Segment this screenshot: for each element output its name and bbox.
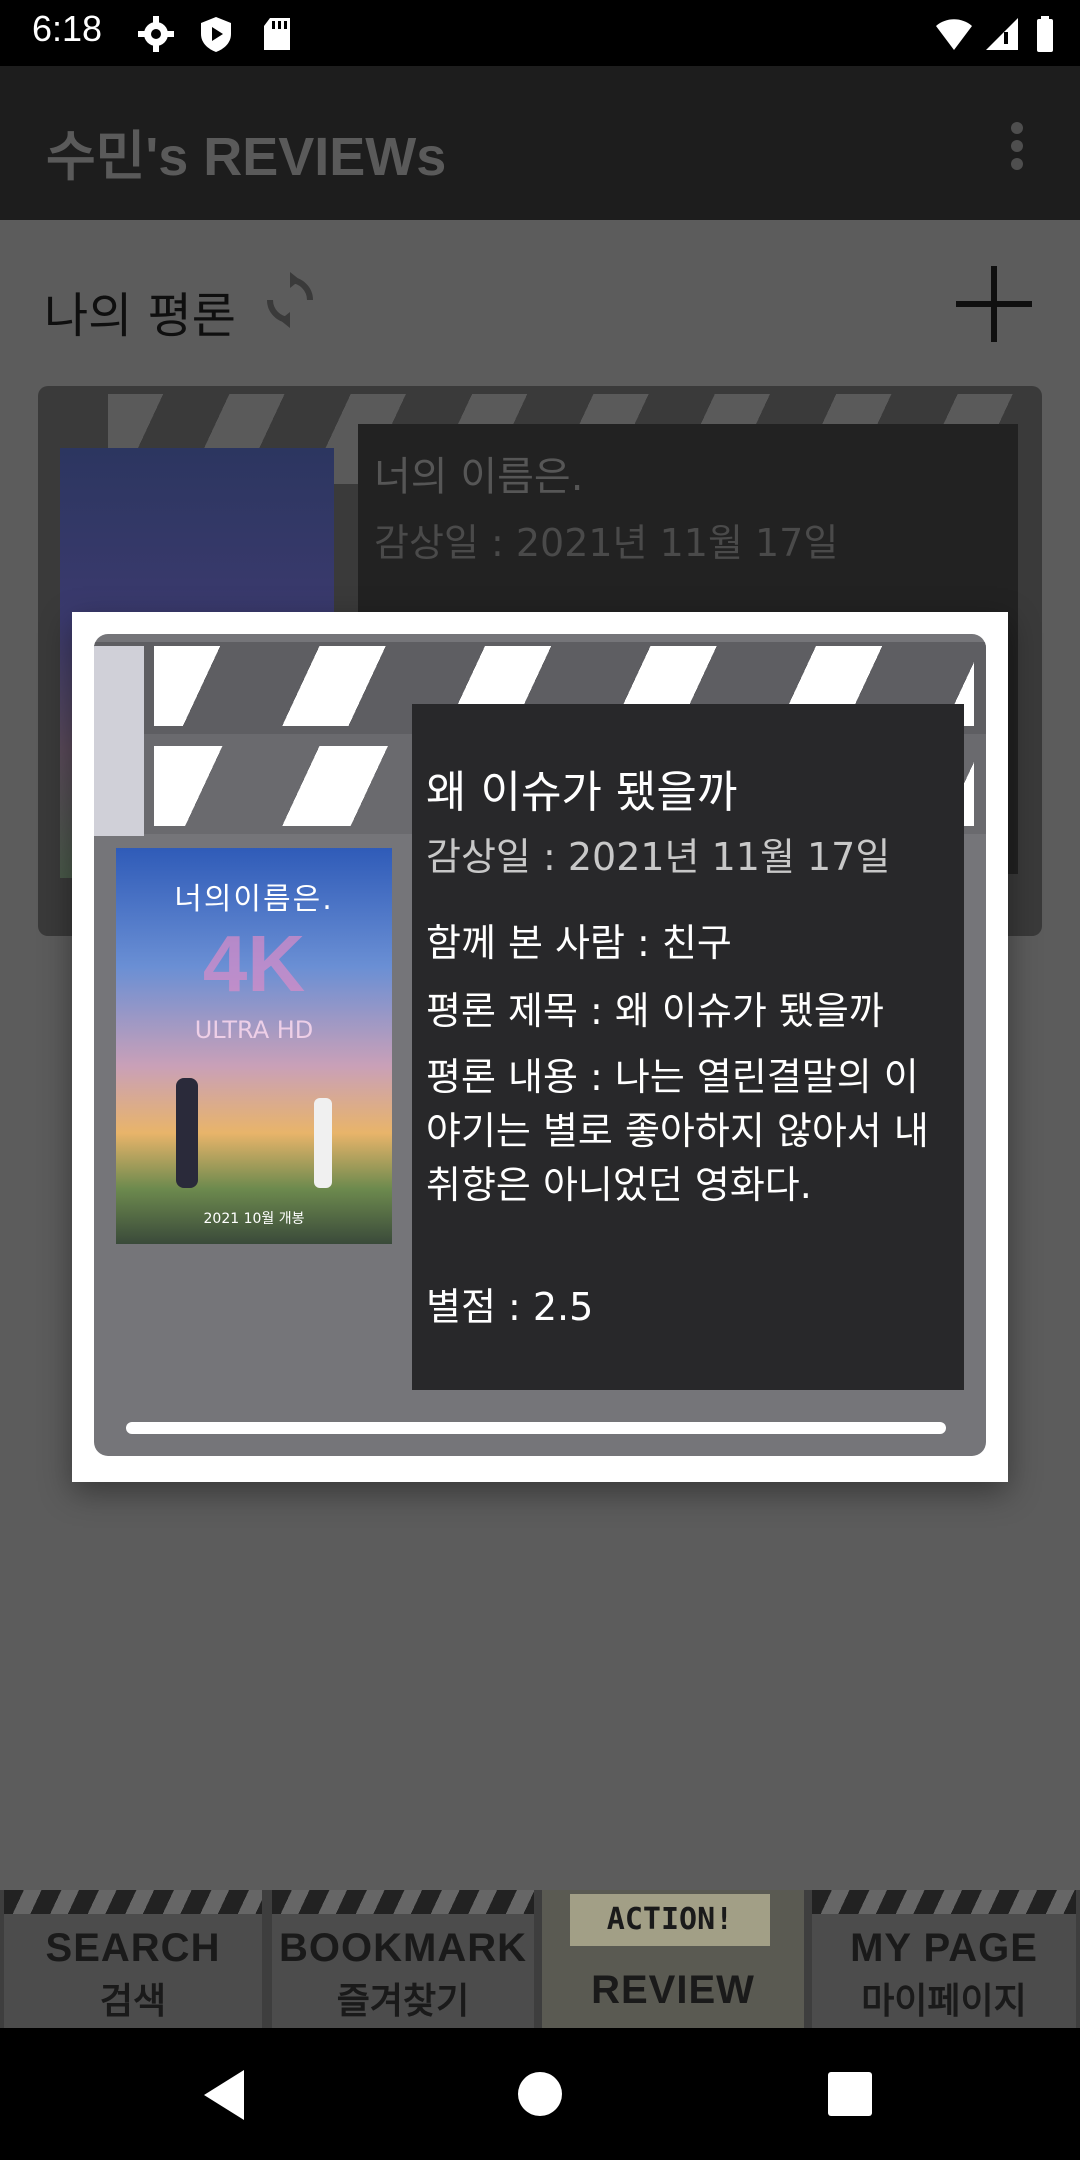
review-content: 평론 내용 : 나는 열린결말의 이야기는 별로 좋아하지 않아서 내 취향은 … <box>426 1055 929 1207</box>
app-bar: 수민's REVIEWs <box>0 66 1080 220</box>
review-info-box: 왜 이슈가 됐을까 감상일 : 2021년 11월 17일 함께 본 사람 : … <box>412 704 964 1390</box>
tab-mypage[interactable]: MY PAGE 마이페이지 <box>812 1890 1076 2028</box>
poster-figure-boy <box>176 1078 198 1188</box>
tab-bookmark-label: BOOKMARK <box>279 1926 527 1970</box>
review-rating: 별점 : 2.5 <box>426 1285 594 1329</box>
settings-gear-icon <box>138 16 174 52</box>
system-nav-bar <box>0 2028 1080 2160</box>
tab-mypage-sublabel: 마이페이지 <box>861 1980 1027 2021</box>
recents-icon[interactable] <box>828 2072 872 2116</box>
clapperboard-hinge <box>94 646 144 836</box>
tab-search[interactable]: SEARCH 검색 <box>4 1890 262 2028</box>
status-time: 6:18 <box>32 8 103 49</box>
bottom-tab-bar: SEARCH 검색 BOOKMARK 즐겨찾기 ACTION! REVIEW M… <box>0 1890 1080 2028</box>
play-shield-icon <box>201 17 231 52</box>
tab-review-label: REVIEW <box>591 1968 755 2012</box>
back-icon[interactable] <box>200 2068 250 2122</box>
review-title-heading: 왜 이슈가 됐을까 <box>426 767 738 818</box>
review-card-title: 너의 이름은. <box>374 454 584 500</box>
app-title: 수민's REVIEWs <box>46 127 447 187</box>
dialog-divider <box>126 1422 946 1434</box>
watch-date: 감상일 : 2021년 11월 17일 <box>426 835 891 879</box>
signal-icon <box>986 18 1018 50</box>
review-detail-dialog: 너의이름은. 4K ULTRA HD 2021 10월 개봉 왜 이슈가 됐을까… <box>72 612 1008 1482</box>
watched-with: 함께 본 사람 : 친구 <box>426 921 732 965</box>
review-card-date: 감상일 : 2021년 11월 17일 <box>374 521 839 565</box>
movie-poster: 너의이름은. 4K ULTRA HD 2021 10월 개봉 <box>116 848 392 1244</box>
tab-bookmark[interactable]: BOOKMARK 즐겨찾기 <box>272 1890 534 2028</box>
tab-bookmark-sublabel: 즐겨찾기 <box>336 1980 470 2021</box>
more-vert-icon[interactable] <box>1002 118 1032 178</box>
tab-search-label: SEARCH <box>45 1926 221 1970</box>
tab-mypage-label: MY PAGE <box>850 1926 1038 1970</box>
sd-card-icon <box>264 18 290 50</box>
poster-title: 너의이름은. <box>174 882 334 917</box>
tab-search-sublabel: 검색 <box>99 1980 167 2021</box>
section-title: 나의 평론 <box>44 288 236 344</box>
dialog-clapperboard: 너의이름은. 4K ULTRA HD 2021 10월 개봉 왜 이슈가 됐을까… <box>94 634 986 1456</box>
poster-figure-girl <box>314 1098 332 1188</box>
refresh-icon[interactable] <box>260 270 320 330</box>
plus-icon[interactable] <box>952 262 1036 346</box>
home-icon[interactable] <box>518 2072 562 2116</box>
poster-4k: 4K <box>202 919 306 1008</box>
review-title: 평론 제목 : 왜 이슈가 됐을까 <box>426 989 884 1033</box>
status-bar: 6:18 <box>0 0 1080 66</box>
poster-subtitle: ULTRA HD <box>194 1016 314 1044</box>
wifi-icon <box>936 19 972 50</box>
poster-release-date: 2021 10월 개봉 <box>203 1211 305 1227</box>
tab-review[interactable]: ACTION! REVIEW <box>542 1890 804 2028</box>
battery-icon <box>1037 16 1053 52</box>
tab-review-badge: ACTION! <box>570 1894 770 1946</box>
